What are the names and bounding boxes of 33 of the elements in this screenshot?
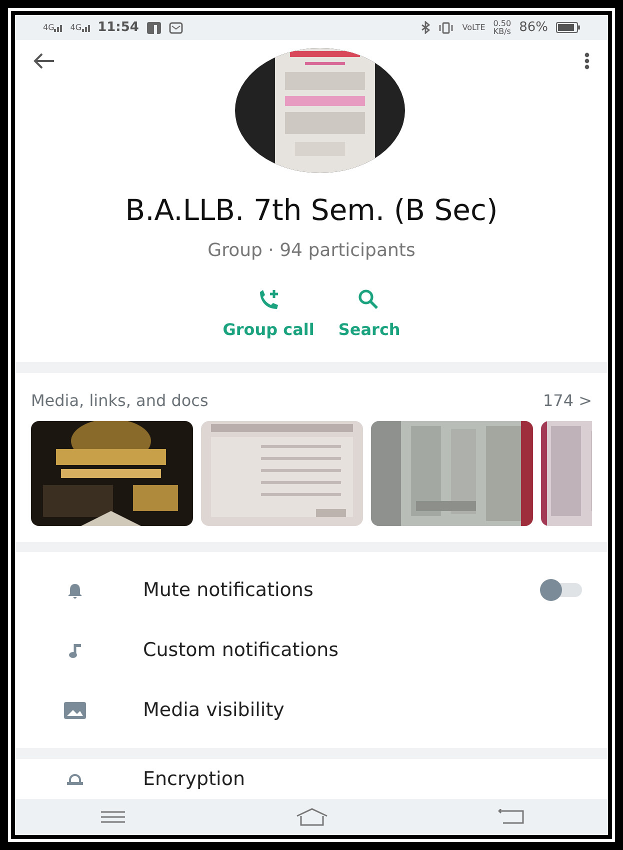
setting-label: Media visibility: [143, 698, 284, 724]
lock-icon: [66, 774, 84, 785]
action-button[interactable]: Search: [338, 288, 400, 342]
menu-icon[interactable]: [100, 810, 126, 824]
setting-label: Encryption: [143, 766, 246, 792]
mail-icon: [168, 22, 183, 34]
signal-icon: [82, 24, 90, 32]
back-arrow-icon: [33, 52, 55, 70]
section-title: Media, links, and docs: [31, 390, 208, 412]
speed-unit: KB/s: [493, 28, 511, 36]
media-count-link[interactable]: 174 >: [542, 388, 592, 413]
back-icon[interactable]: [498, 808, 524, 825]
vibrate-icon: [438, 22, 454, 34]
battery-icon: [556, 22, 580, 34]
music-note-icon: [69, 642, 81, 659]
speed-value: 0.50: [493, 20, 512, 28]
volte-label: VoLTE: [462, 24, 486, 32]
clock-time: 11:54: [98, 18, 139, 37]
setting-label: Mute notifications: [143, 578, 314, 604]
network-label: 4G: [43, 24, 54, 32]
bluetooth-icon: [421, 21, 430, 34]
home-icon[interactable]: [294, 808, 328, 826]
bell-icon: [67, 582, 83, 599]
group-name: B.A.LLB. 7th Sem. (B Sec): [125, 192, 498, 230]
network-label: 4G: [70, 24, 82, 32]
group-info: Group · 94 participants: [208, 238, 416, 263]
battery-percent: 86%: [519, 18, 548, 37]
image-icon: [64, 702, 86, 719]
setting-label: Custom notifications: [143, 638, 339, 664]
app-notification-icon: [146, 22, 161, 34]
more-icon: [584, 52, 590, 70]
action-button[interactable]: Group call: [222, 288, 314, 342]
signal-icon: [54, 24, 62, 32]
